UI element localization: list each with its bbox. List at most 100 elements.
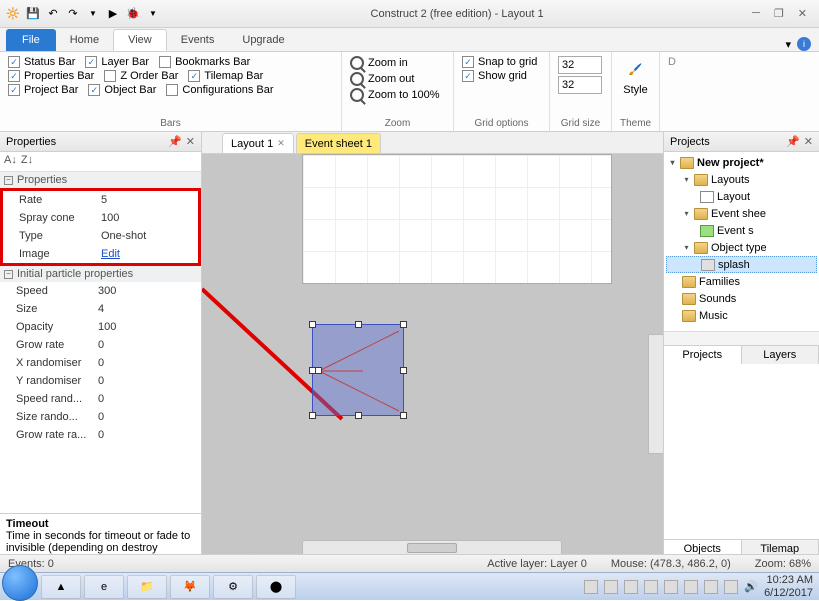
prop-row[interactable]: ImageEdit [3,245,198,263]
pin-icon[interactable]: 📌 [786,135,800,148]
save-icon[interactable]: 💾 [24,5,42,23]
tray-icon[interactable] [604,580,618,594]
tab-layers[interactable]: Layers [742,346,819,364]
tree-node[interactable]: Families [666,273,817,290]
tray-icon[interactable] [584,580,598,594]
help-icon[interactable]: i [797,37,811,51]
tray-icon[interactable] [684,580,698,594]
tree-node[interactable]: Sounds [666,290,817,307]
sort-za-icon[interactable]: Z↓ [21,154,33,169]
taskbar-item[interactable]: ⬤ [256,575,296,599]
expand-icon[interactable]: ▾ [682,209,691,218]
redo-icon[interactable]: ↷ [64,5,82,23]
chk-snap-grid[interactable]: Snap to grid [462,56,541,68]
resize-handle[interactable] [400,321,407,328]
ribbon-expand-icon[interactable]: ▾ [785,38,791,51]
expand-icon[interactable]: ▾ [668,158,677,167]
tab-view[interactable]: View [113,29,167,51]
pin-icon[interactable]: 📌 [168,135,182,148]
taskbar-item[interactable]: 📁 [127,575,167,599]
style-icon[interactable]: 🖌️ [623,56,649,82]
resize-handle[interactable] [400,412,407,419]
tray-icon[interactable] [644,580,658,594]
tab-home[interactable]: Home [56,29,113,51]
prop-row[interactable]: Size4 [0,300,201,318]
prop-row[interactable]: TypeOne-shot [3,227,198,245]
volume-icon[interactable]: 🔊 [744,580,758,593]
chk-properties-bar[interactable]: Properties Bar [8,70,94,82]
resize-handle[interactable] [309,412,316,419]
tree-node[interactable]: Layout [666,188,817,205]
chk-tilemap-bar[interactable]: Tilemap Bar [188,70,263,82]
prop-row[interactable]: X randomiser0 [0,354,201,372]
tab-projects[interactable]: Projects [664,346,742,364]
selected-particle-object[interactable] [312,324,404,416]
tray-icon[interactable] [664,580,678,594]
tree-scrollbar[interactable] [664,331,819,345]
undo-icon[interactable]: ↶ [44,5,62,23]
zoom-in[interactable]: Zoom in [350,56,445,70]
tab-events[interactable]: Events [167,29,229,51]
resize-handle[interactable] [309,321,316,328]
origin-handle[interactable] [315,367,322,374]
tree-node[interactable]: ▾Object type [666,239,817,256]
chk-config-bar[interactable]: Configurations Bar [166,84,273,96]
prop-section-properties[interactable]: −Properties [0,172,201,188]
chk-status-bar[interactable]: Status Bar [8,56,75,68]
taskbar-item[interactable]: 🦊 [170,575,210,599]
expand-icon[interactable]: ▾ [682,175,691,184]
prop-row[interactable]: Speed rand...0 [0,390,201,408]
prop-row[interactable]: Grow rate ra...0 [0,426,201,444]
zoom-100[interactable]: Zoom to 100% [350,88,445,102]
prop-row[interactable]: Opacity100 [0,318,201,336]
file-tab[interactable]: File [6,29,56,51]
resize-handle[interactable] [400,367,407,374]
minimize-button[interactable]: ─ [752,7,760,20]
prop-row[interactable]: Rate5 [3,191,198,209]
prop-row[interactable]: Grow rate0 [0,336,201,354]
chk-bookmarks-bar[interactable]: Bookmarks Bar [159,56,250,68]
layout-page[interactable] [302,154,612,284]
close-panel-icon[interactable]: ✕ [186,135,195,148]
grid-width-field[interactable]: 32 [558,56,602,74]
start-button[interactable] [2,565,38,601]
prop-row[interactable]: Spray cone100 [3,209,198,227]
resize-handle[interactable] [355,321,362,328]
prop-row[interactable]: Speed300 [0,282,201,300]
expand-icon[interactable]: ▾ [682,243,691,252]
zoom-out[interactable]: Zoom out [350,72,445,86]
chk-show-grid[interactable]: Show grid [462,70,541,82]
tray-icon[interactable] [624,580,638,594]
tree-node[interactable]: ▾New project* [666,154,817,171]
taskbar-clock[interactable]: 10:23 AM 6/12/2017 [764,574,813,598]
close-tab-icon[interactable]: ✕ [277,138,285,149]
chk-project-bar[interactable]: Project Bar [8,84,78,96]
doc-tab-layout[interactable]: Layout 1✕ [222,133,294,153]
layout-canvas[interactable] [202,154,663,558]
run-icon[interactable]: ▶ [104,5,122,23]
tray-icon[interactable] [724,580,738,594]
chk-zorder-bar[interactable]: Z Order Bar [104,70,178,82]
tab-upgrade[interactable]: Upgrade [228,29,298,51]
doc-tab-eventsheet[interactable]: Event sheet 1 [296,133,381,153]
tree-node-selected[interactable]: splash [666,256,817,273]
qat-dropdown-icon[interactable]: ▼ [84,5,102,23]
debug-icon[interactable]: 🐞 [124,5,142,23]
taskbar-item[interactable]: ▲ [41,575,81,599]
sort-az-icon[interactable]: A↓ [4,154,17,169]
grid-height-field[interactable]: 32 [558,76,602,94]
tree-node[interactable]: Music [666,307,817,324]
vertical-scrollbar[interactable] [648,334,663,454]
chk-layer-bar[interactable]: Layer Bar [85,56,149,68]
tray-icon[interactable] [704,580,718,594]
taskbar-item[interactable]: e [84,575,124,599]
prop-section-initial[interactable]: −Initial particle properties [0,266,201,282]
tree-node[interactable]: ▾Event shee [666,205,817,222]
tree-node[interactable]: ▾Layouts [666,171,817,188]
maximize-button[interactable]: ❐ [774,7,784,20]
qat-more-icon[interactable]: ▼ [144,5,162,23]
resize-handle[interactable] [355,412,362,419]
tree-node[interactable]: Event s [666,222,817,239]
prop-row[interactable]: Y randomiser0 [0,372,201,390]
taskbar-item[interactable]: ⚙ [213,575,253,599]
